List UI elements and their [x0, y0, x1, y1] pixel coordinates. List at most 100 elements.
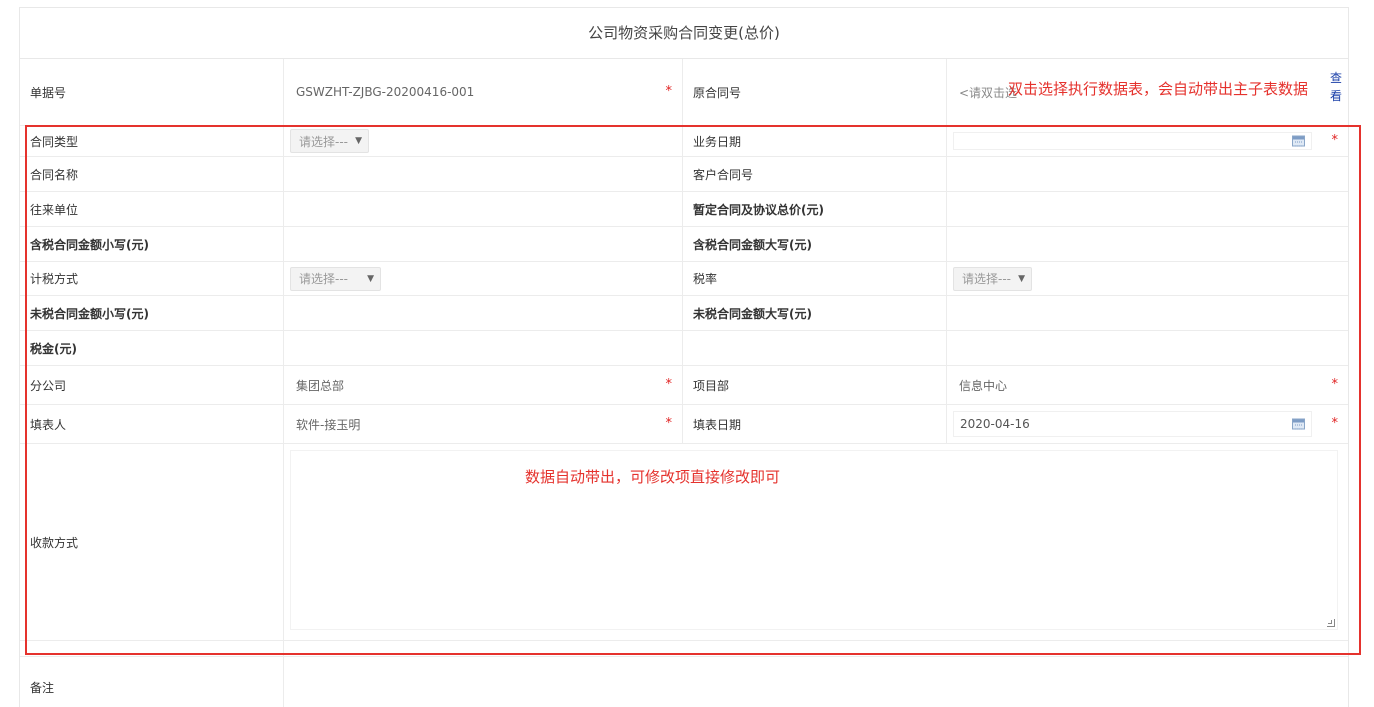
fill-date-value: 2020-04-16: [960, 417, 1030, 431]
tax-incl-small-label-cell: 含税合同金额小写(元): [20, 227, 284, 261]
required-mark: *: [665, 415, 673, 431]
tax-method-select[interactable]: 请选择--- ▼: [290, 266, 381, 291]
tax-rate-select[interactable]: 请选择--- ▼: [953, 266, 1032, 291]
fill-date-label-cell: 填表日期: [683, 405, 947, 443]
doc-no-label: 单据号: [30, 85, 67, 100]
filler-label: 填表人: [30, 417, 67, 432]
tax-incl-big-label-cell: 含税合同金额大写(元): [683, 227, 947, 261]
biz-date-label-cell: 业务日期: [683, 126, 947, 156]
row-tax-incl: 含税合同金额小写(元) 含税合同金额大写(元): [20, 227, 1348, 262]
tax-method-label: 计税方式: [30, 272, 79, 286]
tax-amount-label-cell: 税金(元): [20, 331, 284, 365]
tax-incl-small-input[interactable]: [284, 227, 683, 261]
view-link-char-1: 查: [1330, 71, 1343, 85]
row-filler: 填表人 软件-接玉明 * 填表日期 2020-04-16 *: [20, 405, 1348, 444]
contract-name-label-cell: 合同名称: [20, 157, 284, 191]
tax-rate-value: 请选择---: [962, 272, 1011, 286]
fill-date-cell: 2020-04-16 *: [947, 405, 1348, 443]
chevron-down-icon: ▼: [1018, 273, 1025, 284]
tax-incl-big-input[interactable]: [947, 227, 1348, 261]
provisional-total-input[interactable]: [947, 192, 1348, 226]
branch-field[interactable]: 集团总部 *: [284, 366, 683, 404]
tax-method-cell: 请选择--- ▼: [284, 262, 683, 295]
remark-label: 备注: [30, 681, 55, 695]
fill-date-input[interactable]: 2020-04-16: [953, 411, 1312, 437]
tax-excl-big-input[interactable]: [947, 296, 1348, 330]
project-dept-field[interactable]: 信息中心 *: [947, 366, 1348, 404]
contract-type-select[interactable]: 请选择--- ▼: [290, 129, 369, 153]
chevron-down-icon: ▼: [367, 273, 374, 284]
form-title: 公司物资采购合同变更(总价): [20, 8, 1348, 59]
required-mark: *: [665, 83, 673, 99]
customer-contract-label-cell: 客户合同号: [683, 157, 947, 191]
row-remark: 备注: [20, 657, 1348, 707]
calendar-icon[interactable]: [1292, 418, 1305, 430]
required-mark: *: [1331, 376, 1339, 392]
required-mark: *: [665, 376, 673, 392]
filler-label-cell: 填表人: [20, 405, 284, 443]
empty-cell: [683, 331, 947, 365]
tax-method-value: 请选择---: [299, 272, 348, 286]
row-contract-name: 合同名称 客户合同号: [20, 157, 1348, 192]
tax-excl-big-label: 未税合同金额大写(元): [693, 306, 812, 321]
payment-method-label-cell: 收款方式: [20, 444, 284, 640]
tax-excl-big-label-cell: 未税合同金额大写(元): [683, 296, 947, 330]
row-contract-type: 合同类型 请选择--- ▼ 业务日期 *: [20, 126, 1348, 157]
row-tax-method: 计税方式 请选择--- ▼ 税率 请选择--- ▼: [20, 262, 1348, 296]
customer-contract-input[interactable]: [947, 157, 1348, 191]
remark-input[interactable]: [284, 657, 1348, 707]
biz-date-cell: *: [947, 126, 1348, 156]
tax-method-label-cell: 计税方式: [20, 262, 284, 295]
view-link-char-2: 看: [1330, 89, 1343, 103]
calendar-icon[interactable]: [1292, 135, 1305, 147]
tax-rate-label-cell: 税率: [683, 262, 947, 295]
branch-value: 集团总部: [296, 378, 345, 393]
provisional-total-label-cell: 暂定合同及协议总价(元): [683, 192, 947, 226]
row-partner: 往来单位 暂定合同及协议总价(元): [20, 192, 1348, 227]
project-dept-value: 信息中心: [959, 378, 1008, 393]
contract-change-form: 公司物资采购合同变更(总价) 单据号 GSWZHT-ZJBG-20200416-…: [19, 7, 1349, 707]
empty-cell: [947, 331, 1348, 365]
doc-no-field[interactable]: GSWZHT-ZJBG-20200416-001 *: [284, 59, 683, 125]
contract-type-label-cell: 合同类型: [20, 126, 284, 156]
contract-type-value: 请选择---: [299, 134, 348, 149]
provisional-total-label: 暂定合同及协议总价(元): [693, 202, 824, 217]
contract-name-input[interactable]: [284, 157, 683, 191]
row-tax-excl: 未税合同金额小写(元) 未税合同金额大写(元): [20, 296, 1348, 331]
partner-label-cell: 往来单位: [20, 192, 284, 226]
partner-input[interactable]: [284, 192, 683, 226]
tax-rate-label: 税率: [693, 272, 718, 286]
annotation-top: 双击选择执行数据表，会自动带出主子表数据: [1008, 80, 1309, 98]
tax-excl-small-input[interactable]: [284, 296, 683, 330]
project-dept-label: 项目部: [693, 378, 730, 393]
empty-cell: [20, 641, 284, 656]
contract-type-label: 合同类型: [30, 134, 79, 149]
chevron-down-icon: ▼: [355, 136, 362, 146]
tax-amount-input[interactable]: [284, 331, 683, 365]
resize-handle-icon[interactable]: [1327, 619, 1335, 627]
row-tax-amount: 税金(元): [20, 331, 1348, 366]
customer-contract-label: 客户合同号: [693, 167, 754, 182]
fill-date-label: 填表日期: [693, 417, 742, 432]
payment-method-textarea[interactable]: [290, 450, 1338, 630]
payment-method-label: 收款方式: [30, 535, 79, 550]
tax-incl-big-label: 含税合同金额大写(元): [693, 237, 812, 252]
row-spacer: [20, 641, 1348, 657]
partner-label: 往来单位: [30, 202, 79, 217]
biz-date-label: 业务日期: [693, 134, 742, 149]
project-dept-label-cell: 项目部: [683, 366, 947, 404]
orig-contract-label-cell: 原合同号: [683, 59, 947, 125]
biz-date-input[interactable]: [953, 132, 1312, 150]
tax-incl-small-label: 含税合同金额小写(元): [30, 237, 149, 252]
required-mark: *: [1331, 132, 1339, 148]
filler-field[interactable]: 软件-接玉明 *: [284, 405, 683, 443]
view-link[interactable]: 查 看: [1330, 69, 1344, 105]
contract-name-label: 合同名称: [30, 167, 79, 182]
doc-no-label-cell: 单据号: [20, 59, 284, 125]
tax-excl-small-label: 未税合同金额小写(元): [30, 306, 149, 321]
tax-amount-label: 税金(元): [30, 341, 77, 356]
annotation-middle: 数据自动带出，可修改项直接修改即可: [525, 468, 781, 486]
required-mark: *: [1331, 415, 1339, 431]
tax-rate-cell: 请选择--- ▼: [947, 262, 1348, 295]
payment-method-cell: [284, 444, 1348, 640]
